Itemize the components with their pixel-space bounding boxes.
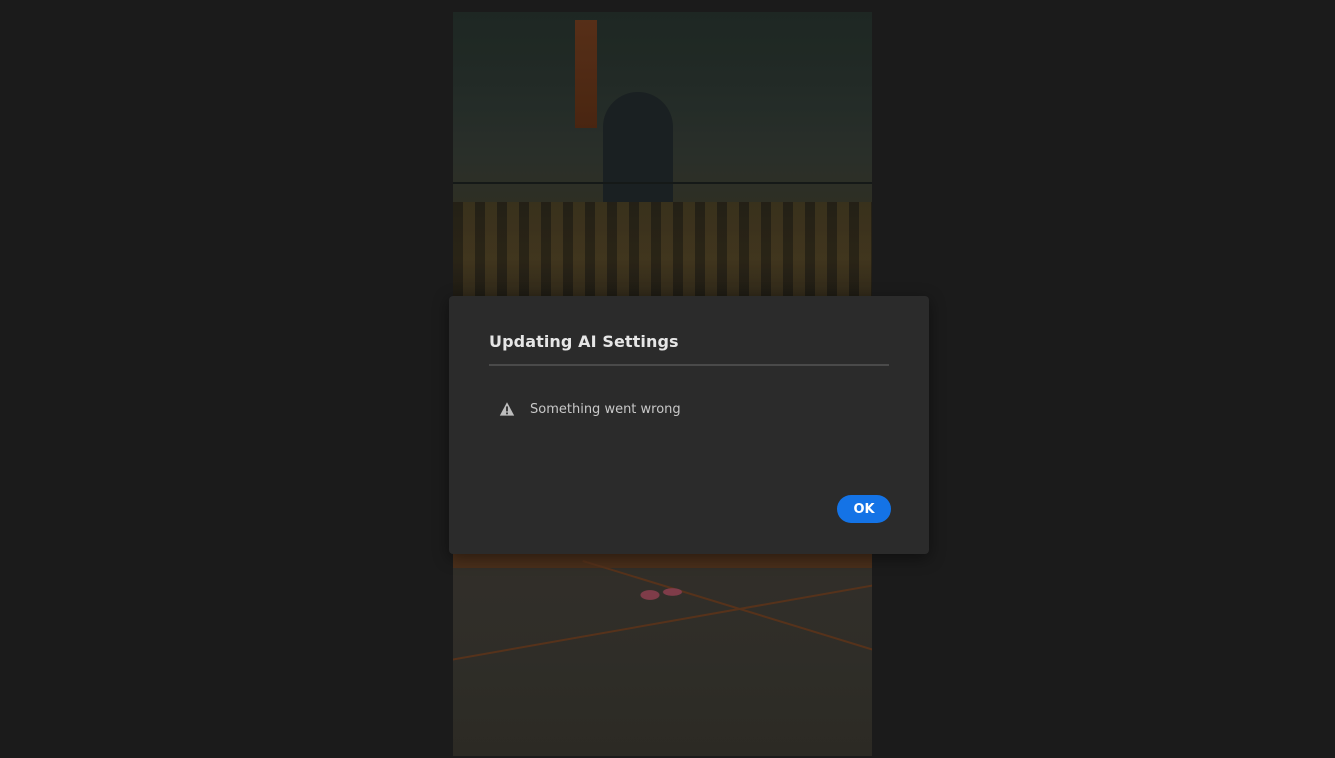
dialog-message-row: Something went wrong [499, 401, 681, 417]
dialog-message: Something went wrong [530, 401, 681, 417]
alert-triangle-icon [499, 401, 515, 417]
error-dialog: Updating AI Settings Something went wron… [449, 296, 929, 554]
dialog-divider [489, 364, 889, 366]
ok-button[interactable]: OK [837, 495, 891, 523]
app-stage: Updating AI Settings Something went wron… [0, 0, 1335, 758]
dialog-title: Updating AI Settings [489, 332, 679, 351]
